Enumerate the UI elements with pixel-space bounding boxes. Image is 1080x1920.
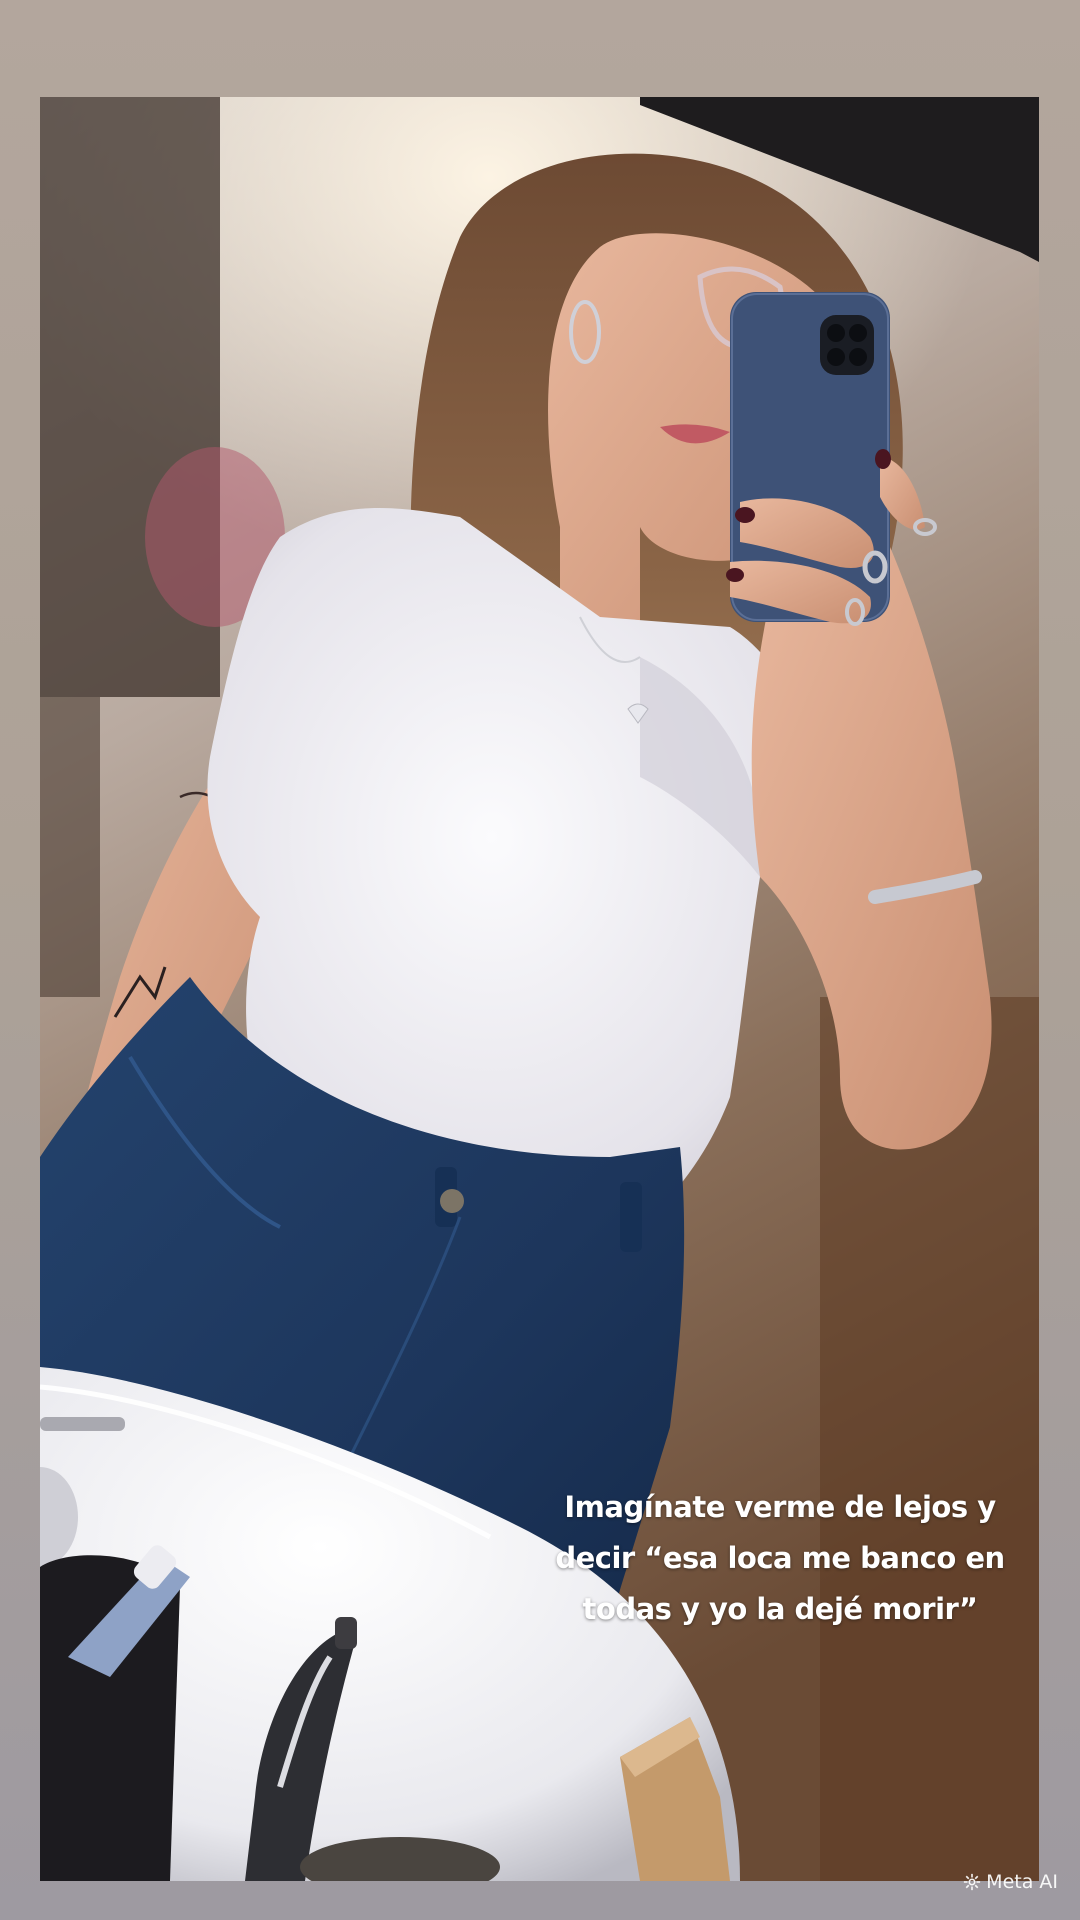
sparkle-icon	[963, 1873, 981, 1891]
story-caption: Imagínate verme de lejos y decir “esa lo…	[510, 1482, 1039, 1635]
caption-line: decir “esa loca me banco en	[555, 1541, 1005, 1575]
meta-ai-watermark: Meta AI	[963, 1871, 1058, 1893]
story-image-frame: Imagínate verme de lejos y decir “esa lo…	[40, 97, 1039, 1881]
caption-line: Imagínate verme de lejos y	[564, 1490, 996, 1524]
meta-ai-label: Meta AI	[986, 1871, 1058, 1893]
caption-line: todas y yo la dejé morir”	[582, 1592, 978, 1626]
